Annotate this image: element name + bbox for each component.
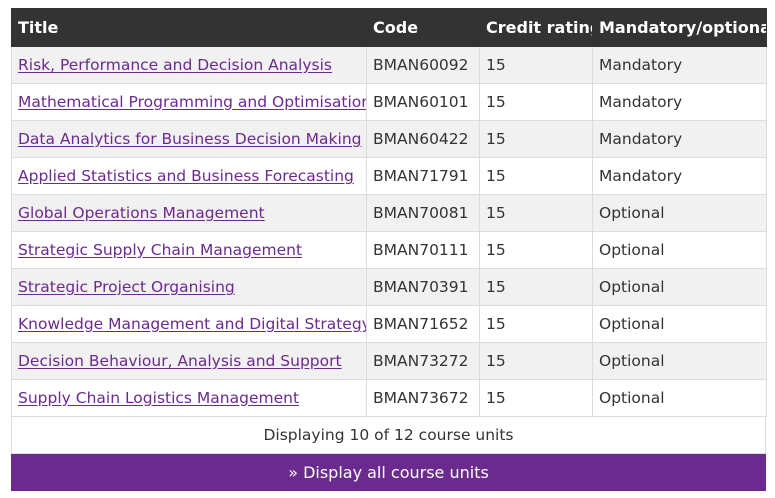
mandatory-cell: Optional: [592, 379, 767, 417]
title-cell: Applied Statistics and Business Forecast…: [11, 157, 367, 195]
table-row: Strategic Supply Chain Management BMAN70…: [11, 231, 767, 269]
credit-cell: 15: [479, 83, 593, 121]
mandatory-cell: Mandatory: [592, 83, 767, 121]
title-cell: Knowledge Management and Digital Strateg…: [11, 305, 367, 343]
display-all-button[interactable]: » Display all course units: [11, 454, 766, 491]
course-unit-link[interactable]: Strategic Project Organising: [18, 278, 235, 296]
credit-cell: 15: [479, 120, 593, 158]
mandatory-cell: Mandatory: [592, 46, 767, 84]
table-row: Strategic Project Organising BMAN70391 1…: [11, 268, 767, 306]
course-unit-link[interactable]: Risk, Performance and Decision Analysis: [18, 56, 332, 74]
table-row: Knowledge Management and Digital Strateg…: [11, 305, 767, 343]
table-row: Applied Statistics and Business Forecast…: [11, 157, 767, 195]
column-header-credit-rating: Credit rating: [479, 8, 593, 47]
table-row: Data Analytics for Business Decision Mak…: [11, 120, 767, 158]
column-header-code: Code: [366, 8, 480, 47]
title-cell: Risk, Performance and Decision Analysis: [11, 46, 367, 84]
code-cell: BMAN60092: [366, 46, 480, 84]
column-header-mandatory-optional: Mandatory/optional: [592, 8, 767, 47]
title-cell: Strategic Supply Chain Management: [11, 231, 367, 269]
code-cell: BMAN70111: [366, 231, 480, 269]
course-unit-link[interactable]: Global Operations Management: [18, 204, 265, 222]
course-unit-link[interactable]: Data Analytics for Business Decision Mak…: [18, 130, 362, 148]
credit-cell: 15: [479, 342, 593, 380]
code-cell: BMAN60422: [366, 120, 480, 158]
course-unit-link[interactable]: Mathematical Programming and Optimisatio…: [18, 93, 366, 111]
credit-cell: 15: [479, 157, 593, 195]
mandatory-cell: Optional: [592, 342, 767, 380]
credit-cell: 15: [479, 194, 593, 232]
title-cell: Decision Behaviour, Analysis and Support: [11, 342, 367, 380]
mandatory-cell: Mandatory: [592, 120, 767, 158]
title-cell: Strategic Project Organising: [11, 268, 367, 306]
code-cell: BMAN73272: [366, 342, 480, 380]
mandatory-cell: Mandatory: [592, 157, 767, 195]
course-unit-link[interactable]: Applied Statistics and Business Forecast…: [18, 167, 354, 185]
course-units-table: Title Code Credit rating Mandatory/optio…: [11, 8, 767, 417]
mandatory-cell: Optional: [592, 305, 767, 343]
code-cell: BMAN70391: [366, 268, 480, 306]
credit-cell: 15: [479, 46, 593, 84]
mandatory-cell: Optional: [592, 268, 767, 306]
table-row: Supply Chain Logistics Management BMAN73…: [11, 379, 767, 417]
table-row: Risk, Performance and Decision Analysis …: [11, 46, 767, 84]
course-unit-link[interactable]: Decision Behaviour, Analysis and Support: [18, 352, 342, 370]
table-row: Global Operations Management BMAN70081 1…: [11, 194, 767, 232]
code-cell: BMAN73672: [366, 379, 480, 417]
course-count-status: Displaying 10 of 12 course units: [11, 417, 766, 454]
mandatory-cell: Optional: [592, 194, 767, 232]
table-row: Decision Behaviour, Analysis and Support…: [11, 342, 767, 380]
title-cell: Mathematical Programming and Optimisatio…: [11, 83, 367, 121]
course-unit-link[interactable]: Supply Chain Logistics Management: [18, 389, 299, 407]
credit-cell: 15: [479, 268, 593, 306]
title-cell: Data Analytics for Business Decision Mak…: [11, 120, 367, 158]
course-unit-link[interactable]: Knowledge Management and Digital Strateg…: [18, 315, 366, 333]
credit-cell: 15: [479, 305, 593, 343]
code-cell: BMAN71652: [366, 305, 480, 343]
column-header-title: Title: [11, 8, 367, 47]
table-row: Mathematical Programming and Optimisatio…: [11, 83, 767, 121]
course-unit-link[interactable]: Strategic Supply Chain Management: [18, 241, 302, 259]
mandatory-cell: Optional: [592, 231, 767, 269]
title-cell: Global Operations Management: [11, 194, 367, 232]
code-cell: BMAN71791: [366, 157, 480, 195]
credit-cell: 15: [479, 231, 593, 269]
code-cell: BMAN70081: [366, 194, 480, 232]
table-header-row: Title Code Credit rating Mandatory/optio…: [11, 8, 767, 47]
code-cell: BMAN60101: [366, 83, 480, 121]
title-cell: Supply Chain Logistics Management: [11, 379, 367, 417]
course-units-panel: Title Code Credit rating Mandatory/optio…: [11, 8, 767, 491]
credit-cell: 15: [479, 379, 593, 417]
